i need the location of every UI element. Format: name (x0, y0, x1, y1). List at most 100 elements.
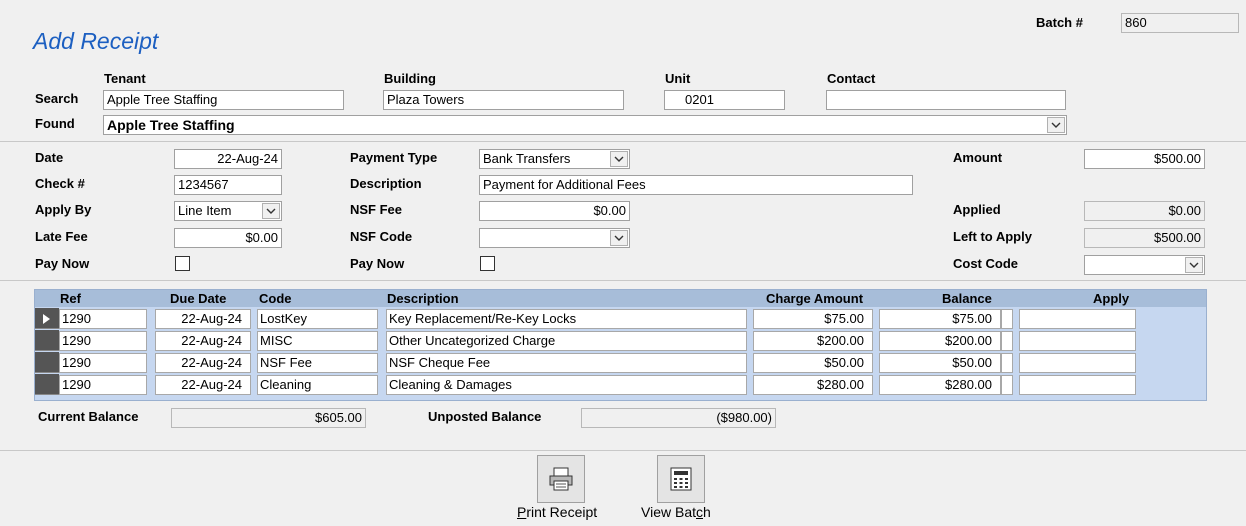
payment-type-select[interactable]: Bank Transfers (479, 149, 630, 169)
view-batch-text-a: View Bat (641, 504, 696, 520)
pay-now2-checkbox[interactable] (480, 256, 495, 271)
late-fee-input[interactable]: $0.00 (174, 228, 282, 248)
view-batch-button[interactable] (657, 455, 705, 503)
cell-spacer (1001, 375, 1013, 395)
found-select[interactable]: Apple Tree Staffing (103, 115, 1067, 135)
row-selector[interactable] (35, 330, 59, 351)
col-apply[interactable]: Apply (1093, 290, 1129, 307)
applied-field: $0.00 (1084, 201, 1205, 221)
cell-balance[interactable]: $200.00 (879, 331, 1001, 351)
cell-description[interactable]: NSF Cheque Fee (386, 353, 747, 373)
cell-ref[interactable]: 1290 (59, 331, 147, 351)
cell-ref[interactable]: 1290 (59, 309, 147, 329)
cell-description[interactable]: Other Uncategorized Charge (386, 331, 747, 351)
row-selector[interactable] (35, 374, 59, 395)
cell-code[interactable]: MISC (257, 331, 378, 351)
cell-balance[interactable]: $75.00 (879, 309, 1001, 329)
left-to-apply-label: Left to Apply (953, 229, 1032, 244)
tenant-search-input[interactable]: Apple Tree Staffing (103, 90, 344, 110)
table-row[interactable]: 1290 22-Aug-24 LostKey Key Replacement/R… (35, 308, 1206, 330)
cost-code-label: Cost Code (953, 256, 1018, 271)
grid-header: Ref Due Date Code Description Charge Amo… (35, 290, 1206, 307)
found-value: Apple Tree Staffing (107, 117, 235, 133)
cell-code[interactable]: LostKey (257, 309, 378, 329)
tenant-label: Tenant (104, 71, 146, 86)
cell-code[interactable]: NSF Fee (257, 353, 378, 373)
cell-ref[interactable]: 1290 (59, 375, 147, 395)
pay-now-checkbox[interactable] (175, 256, 190, 271)
col-charge-amount[interactable]: Charge Amount (766, 290, 863, 307)
cell-description[interactable]: Key Replacement/Re-Key Locks (386, 309, 747, 329)
batch-label: Batch # (1036, 15, 1083, 30)
view-batch-accel: c (696, 504, 703, 520)
col-balance[interactable]: Balance (942, 290, 992, 307)
amount-input[interactable]: $500.00 (1084, 149, 1205, 169)
pay-now2-label: Pay Now (350, 256, 405, 271)
row-selector[interactable] (35, 352, 59, 373)
cell-due-date[interactable]: 22-Aug-24 (155, 331, 251, 351)
nsf-fee-label: NSF Fee (350, 202, 403, 217)
current-row-arrow-icon (43, 314, 50, 324)
table-row[interactable]: 1290 22-Aug-24 Cleaning Cleaning & Damag… (35, 374, 1206, 396)
chevron-down-icon[interactable] (262, 203, 280, 219)
calculator-icon (670, 467, 692, 491)
check-input[interactable]: 1234567 (174, 175, 282, 195)
batch-field: 860 (1121, 13, 1239, 33)
contact-label: Contact (827, 71, 876, 86)
view-batch-label[interactable]: View Batch (641, 504, 711, 520)
cell-spacer (1001, 353, 1013, 373)
chevron-down-icon[interactable] (1047, 117, 1065, 133)
divider (0, 141, 1246, 142)
cell-apply[interactable] (1019, 353, 1136, 373)
chevron-down-icon[interactable] (1185, 257, 1203, 273)
cell-charge-amount[interactable]: $50.00 (753, 353, 873, 373)
description-label: Description (350, 176, 422, 191)
table-row[interactable]: 1290 22-Aug-24 NSF Fee NSF Cheque Fee $5… (35, 352, 1206, 374)
search-label: Search (35, 91, 79, 106)
nsf-fee-input[interactable]: $0.00 (479, 201, 630, 221)
print-receipt-accel: P (517, 504, 527, 520)
cell-balance[interactable]: $280.00 (879, 375, 1001, 395)
apply-by-select[interactable]: Line Item (174, 201, 282, 221)
cell-code[interactable]: Cleaning (257, 375, 378, 395)
description-input[interactable]: Payment for Additional Fees (479, 175, 913, 195)
chevron-down-icon[interactable] (610, 151, 628, 167)
cell-balance[interactable]: $50.00 (879, 353, 1001, 373)
pay-now-label: Pay Now (35, 256, 90, 271)
unit-label: Unit (665, 71, 691, 86)
unit-search-input[interactable]: 0201 (664, 90, 785, 110)
apply-by-label: Apply By (35, 202, 92, 217)
cell-due-date[interactable]: 22-Aug-24 (155, 353, 251, 373)
cell-description[interactable]: Cleaning & Damages (386, 375, 747, 395)
cell-spacer (1001, 331, 1013, 351)
col-description[interactable]: Description (387, 290, 459, 307)
cost-code-select[interactable] (1084, 255, 1205, 275)
current-balance-field: $605.00 (171, 408, 366, 428)
col-code[interactable]: Code (259, 290, 292, 307)
cell-charge-amount[interactable]: $280.00 (753, 375, 873, 395)
cell-apply[interactable] (1019, 375, 1136, 395)
cell-charge-amount[interactable]: $200.00 (753, 331, 873, 351)
cell-apply[interactable] (1019, 331, 1136, 351)
col-ref[interactable]: Ref (60, 290, 81, 307)
table-row[interactable]: 1290 22-Aug-24 MISC Other Uncategorized … (35, 330, 1206, 352)
cell-apply[interactable] (1019, 309, 1136, 329)
cell-ref[interactable]: 1290 (59, 353, 147, 373)
current-balance-label: Current Balance (38, 409, 139, 424)
contact-search-input[interactable] (826, 90, 1066, 110)
nsf-code-select[interactable] (479, 228, 630, 248)
charges-grid: Ref Due Date Code Description Charge Amo… (34, 289, 1207, 401)
date-label: Date (35, 150, 64, 165)
nsf-code-label: NSF Code (350, 229, 413, 244)
col-due-date[interactable]: Due Date (170, 290, 226, 307)
cell-charge-amount[interactable]: $75.00 (753, 309, 873, 329)
divider (0, 450, 1246, 451)
print-receipt-label[interactable]: Print Receipt (517, 504, 597, 520)
chevron-down-icon[interactable] (610, 230, 628, 246)
cell-due-date[interactable]: 22-Aug-24 (155, 375, 251, 395)
date-input[interactable]: 22-Aug-24 (174, 149, 282, 169)
building-search-input[interactable]: Plaza Towers (383, 90, 624, 110)
print-receipt-button[interactable] (537, 455, 585, 503)
row-selector[interactable] (35, 308, 59, 329)
cell-due-date[interactable]: 22-Aug-24 (155, 309, 251, 329)
